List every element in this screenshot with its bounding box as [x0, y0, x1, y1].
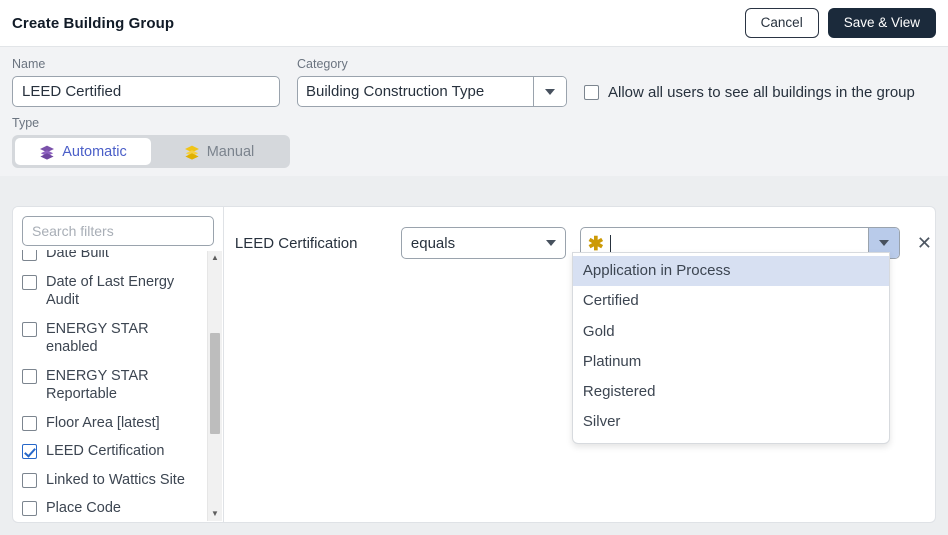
triangle-down-icon[interactable]: ▼ — [211, 507, 219, 521]
layers-icon — [184, 145, 199, 160]
name-input[interactable] — [12, 76, 280, 107]
filter-label: Floor Area [latest] — [46, 414, 160, 431]
filter-label: ENERGY STAR enabled — [46, 320, 149, 356]
filter-label: Date Built — [46, 250, 109, 261]
name-field-group: Name — [12, 57, 280, 107]
option-silver[interactable]: Silver — [573, 407, 889, 437]
filter-checkbox[interactable] — [22, 368, 37, 384]
rules-panel: LEED Certification equals ✱ ✕ Applicatio… — [223, 206, 936, 523]
category-selected-value: Building Construction Type — [306, 83, 485, 100]
remove-rule-button[interactable]: ✕ — [914, 234, 935, 252]
filter-checkbox[interactable] — [22, 415, 37, 431]
allow-all-users-checkbox[interactable] — [584, 85, 599, 100]
asterisk-icon: ✱ — [587, 233, 604, 255]
search-filters-input[interactable] — [22, 216, 214, 246]
filter-label: Date of Last Energy Audit — [46, 273, 175, 309]
filter-item-date-of-last-energy-audit[interactable]: Date of Last Energy Audit — [22, 268, 203, 315]
page-title: Create Building Group — [12, 14, 175, 32]
filter-item-place-code[interactable]: Place Code — [22, 494, 203, 522]
filter-sidebar: Date Built Date of Last Energy Audit ENE… — [12, 206, 224, 523]
option-certified[interactable]: Certified — [573, 286, 889, 316]
top-bar: Create Building Group Cancel Save & View — [0, 0, 948, 46]
filter-builder-panel: Date Built Date of Last Energy Audit ENE… — [12, 206, 936, 523]
filter-item-leed-certification[interactable]: LEED Certification — [22, 437, 203, 466]
category-label: Category — [297, 57, 348, 71]
tab-automatic[interactable]: Automatic — [15, 138, 151, 165]
primary-field-row: Name Category Building Construction Type… — [12, 57, 936, 107]
filter-item-floor-area-latest[interactable]: Floor Area [latest] — [22, 409, 203, 438]
tab-manual-label: Manual — [206, 143, 255, 160]
filter-checkbox[interactable] — [22, 321, 37, 337]
filter-label: Linked to Wattics Site — [46, 471, 185, 488]
name-label: Name — [12, 57, 46, 71]
top-bar-actions: Cancel Save & View — [744, 8, 936, 38]
option-platinum[interactable]: Platinum — [573, 347, 889, 377]
category-select[interactable]: Building Construction Type — [297, 76, 567, 107]
filter-item-energy-star-enabled[interactable]: ENERGY STAR enabled — [22, 315, 203, 362]
option-registered[interactable]: Registered — [573, 377, 889, 407]
type-label: Type — [12, 116, 40, 130]
type-field-group: Type Automatic Manual — [12, 116, 936, 168]
type-tab-group: Automatic Manual — [12, 135, 290, 168]
filter-item-linked-to-wattics-site[interactable]: Linked to Wattics Site — [22, 466, 203, 495]
filter-checkbox[interactable] — [22, 444, 37, 460]
filter-label: Place Code — [46, 500, 121, 517]
allow-all-users-row[interactable]: Allow all users to see all buildings in … — [584, 84, 915, 107]
filter-checkbox[interactable] — [22, 501, 37, 517]
sidebar-scrollbar[interactable]: ▲ ▼ — [206, 251, 222, 521]
option-application-in-process[interactable]: Application in Process — [572, 256, 889, 287]
filter-item-date-built[interactable]: Date Built — [22, 250, 203, 268]
chevron-down-icon — [545, 88, 555, 95]
category-dropdown-toggle[interactable] — [533, 77, 566, 106]
triangle-up-icon[interactable]: ▲ — [211, 251, 219, 265]
filter-item-energy-star-reportable[interactable]: ENERGY STAR Reportable — [22, 362, 203, 409]
rule-operator-select[interactable]: equals — [400, 227, 566, 259]
category-field-group: Category Building Construction Type — [297, 57, 567, 107]
filter-checkbox[interactable] — [22, 274, 37, 290]
scrollbar-track[interactable] — [208, 265, 222, 507]
text-cursor — [609, 234, 611, 252]
filter-label: ENERGY STAR Reportable — [46, 367, 149, 403]
rule-value-options-menu[interactable]: Application in Process Certified Gold Pl… — [571, 252, 890, 444]
tab-automatic-label: Automatic — [62, 143, 127, 160]
chevron-down-icon — [878, 240, 889, 246]
filter-checkbox-list: Date Built Date of Last Energy Audit ENE… — [13, 250, 223, 522]
cancel-button[interactable]: Cancel — [744, 8, 819, 38]
rule-operator-value: equals — [410, 234, 456, 252]
search-filters-wrap — [13, 207, 223, 250]
chevron-down-icon — [545, 240, 556, 246]
option-gold[interactable]: Gold — [573, 317, 889, 347]
scrollbar-thumb[interactable] — [209, 333, 220, 434]
form-zone: Name Category Building Construction Type… — [0, 46, 948, 176]
layers-icon — [40, 145, 55, 160]
save-and-view-button[interactable]: Save & View — [827, 8, 936, 38]
rule-field-name: LEED Certification — [234, 234, 358, 252]
filter-checkbox[interactable] — [22, 250, 37, 261]
filter-list-scroller: Date Built Date of Last Energy Audit ENE… — [22, 250, 203, 522]
tab-manual[interactable]: Manual — [151, 138, 287, 165]
allow-all-users-label: Allow all users to see all buildings in … — [608, 84, 915, 101]
filter-checkbox[interactable] — [22, 472, 37, 488]
filter-label: LEED Certification — [46, 443, 165, 460]
